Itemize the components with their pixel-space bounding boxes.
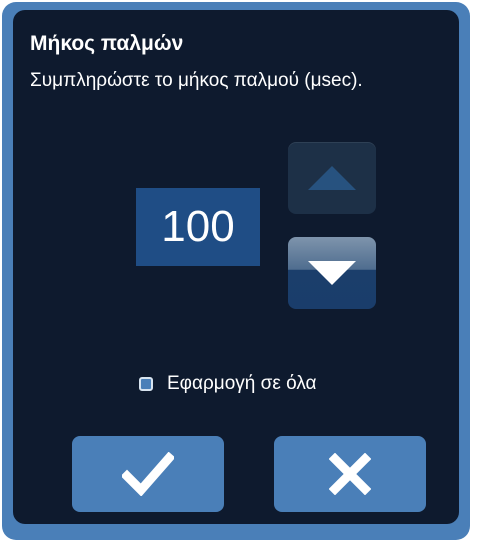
triangle-up-icon: [308, 166, 356, 190]
pulse-length-value-field[interactable]: 100: [136, 188, 260, 266]
apply-to-all-label: Εφαρμογή σε όλα: [167, 373, 317, 394]
cancel-button[interactable]: [274, 436, 426, 512]
apply-to-all-option[interactable]: Εφαρμογή σε όλα: [139, 373, 317, 395]
increase-button[interactable]: [288, 142, 376, 214]
triangle-down-icon: [308, 261, 356, 285]
decrease-button[interactable]: [288, 237, 376, 309]
apply-to-all-checkbox[interactable]: [139, 377, 153, 391]
dialog-instruction: Συμπληρώστε το μήκος παλμού (μsec).: [30, 70, 363, 91]
pulse-length-dialog: Μήκος παλμών Συμπληρώστε το μήκος παλμού…: [2, 2, 470, 540]
confirm-button[interactable]: [72, 436, 224, 512]
close-icon: [329, 453, 371, 495]
checkmark-icon: [122, 452, 174, 496]
dialog-title: Μήκος παλμών: [30, 32, 184, 55]
